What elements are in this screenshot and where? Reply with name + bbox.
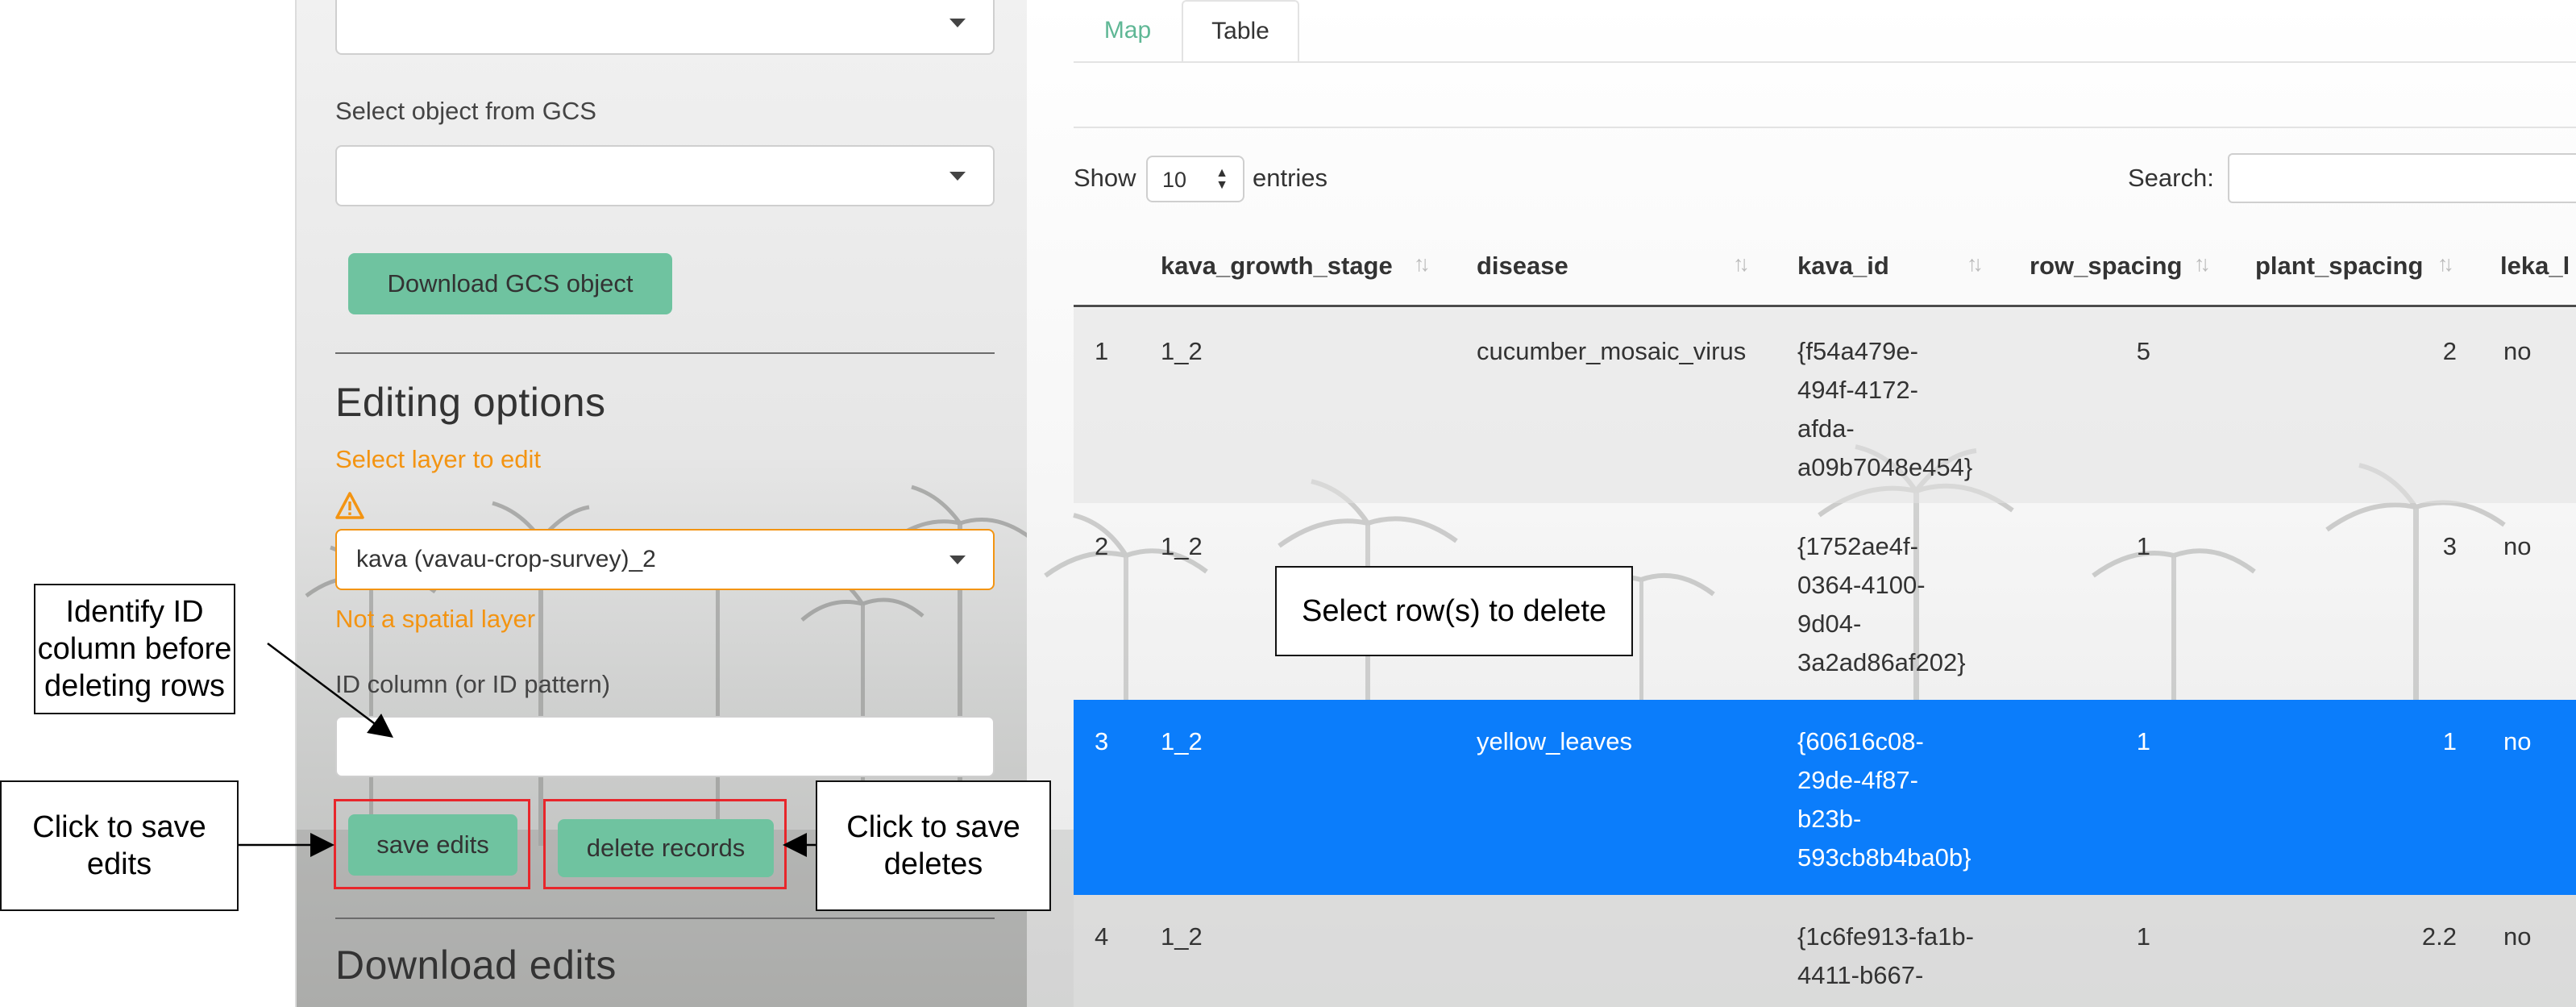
section-divider [335,352,995,354]
callout-line: deleting rows [44,669,225,703]
callout-line: column before [37,632,232,666]
kava-id-line: afda- [1797,414,1855,443]
row-index: 1 [1095,337,1109,365]
search-input[interactable] [2228,153,2576,203]
kava-id-line: 593cb8b4ba0b} [1797,843,1971,872]
sort-arrows-icon[interactable]: ↑↓ [2437,252,2454,277]
cell-plant-spacing: 2.2 [2421,922,2457,951]
row-index: 4 [1095,922,1109,951]
table-row-selected[interactable]: 3 1_2 yellow_leaves {60616c08- 29de-4f87… [1074,700,2576,895]
warning-icon [335,492,364,523]
delete-records-button[interactable]: delete records [558,819,774,877]
callout-line: Click to save [32,810,206,844]
kava-id-line: {1752ae4f- [1797,532,1918,560]
callout-line: Click to save [846,810,1020,844]
callout-line: Identify ID [65,595,204,629]
chevron-down-icon [949,19,966,27]
cell-disease: yellow_leaves [1477,727,1632,755]
cell-plant-spacing: 3 [2442,532,2457,560]
kava-id-line: 494f-4172- [1797,376,1918,404]
cell-growth-stage: 1_2 [1161,727,1203,755]
show-label: Show [1074,164,1136,192]
not-spatial-message: Not a spatial layer [335,605,536,633]
section-divider [335,918,995,919]
kava-id-line: 4411-b667- [1797,961,1924,989]
tab-divider [1074,61,2576,63]
kava-id-line: b23b- [1797,805,1862,833]
chevron-down-icon [949,172,966,181]
download-gcs-button[interactable]: Download GCS object [348,253,672,314]
updown-arrows-icon: ▲ ▼ [1215,166,1228,192]
gcs-object-label: Select object from GCS [335,97,596,125]
cell-kava-id: {f54a479e- 494f-4172- afda- a09b7048e454… [1797,332,1972,487]
kava-id-line: 9d04- [1797,610,1862,638]
id-column-input[interactable] [335,716,995,777]
page-length-value: 10 [1162,168,1187,192]
table-header-divider [1074,305,2576,307]
cell-growth-stage: 1_2 [1161,337,1203,365]
cell-leka: no [2503,922,2532,951]
sort-arrows-icon[interactable]: ↑↓ [2194,252,2211,277]
download-edits-heading: Download edits [335,943,617,988]
layer-select[interactable]: kava (vavau-crop-survey)_2 [335,529,995,590]
search-label: Search: [2128,164,2214,192]
cell-row-spacing: 1 [2136,727,2150,755]
cell-row-spacing: 1 [2136,922,2150,951]
kava-id-line: {f54a479e- [1797,337,1918,365]
callout-identify-id: Identify ID column before deleting rows [34,584,235,714]
editing-options-heading: Editing options [335,380,606,425]
kava-id-line: a09b7048e454} [1797,453,1973,481]
column-header-kava-id[interactable]: kava_id [1797,252,1889,281]
kava-id-line: 29de-4f87- [1797,766,1918,794]
cell-row-spacing: 1 [2136,532,2150,560]
layer-select-value: kava (vavau-crop-survey)_2 [356,546,656,572]
main-panel: Map Table Show 10 ▲ ▼ entries Search: kav… [1027,0,2576,1007]
kava-id-line: 0364-4100- [1797,571,1926,599]
cell-kava-id: {60616c08- 29de-4f87- b23b- 593cb8b4ba0b… [1797,722,1971,877]
callout-save-edits: Click to save edits [0,780,239,911]
tab-table[interactable]: Table [1182,0,1299,61]
sort-arrows-icon[interactable]: ↑↓ [1414,252,1431,277]
tab-map[interactable]: Map [1074,0,1182,61]
kava-id-line: {1c6fe913-fa1b- [1797,922,1974,951]
column-header-leka[interactable]: leka_l [2500,252,2570,281]
entries-label: entries [1253,164,1328,192]
column-header-plant-spacing[interactable]: plant_spacing [2255,252,2423,281]
cell-row-spacing: 5 [2136,337,2150,365]
row-index: 2 [1095,532,1109,560]
select-layer-label: Select layer to edit [335,445,542,473]
callout-select-rows: Select row(s) to delete [1275,566,1633,656]
page-length-select[interactable]: 10 ▲ ▼ [1146,156,1244,202]
row-index: 3 [1095,727,1109,755]
cell-disease: cucumber_mosaic_virus [1477,337,1747,365]
chevron-down-icon [949,556,966,564]
callout-line: edits [86,847,152,881]
cell-plant-spacing: 2 [2442,337,2457,365]
cell-plant-spacing: 1 [2442,727,2457,755]
save-edits-button[interactable]: save edits [348,814,517,876]
kava-id-line: 3a2ad86af202} [1797,648,1966,676]
column-header-row-spacing[interactable]: row_spacing [2030,252,2183,281]
column-header-disease[interactable]: disease [1477,252,1568,281]
sort-arrows-icon[interactable]: ↑↓ [1967,252,1984,277]
top-select-dropdown[interactable] [335,0,995,55]
callout-line: deletes [883,847,983,881]
kava-id-line: {60616c08- [1797,727,1924,755]
cell-growth-stage: 1_2 [1161,922,1203,951]
callout-save-deletes: Click to save deletes [816,780,1051,911]
gcs-object-select[interactable] [335,145,995,206]
id-column-label: ID column (or ID pattern) [335,670,611,698]
sort-arrows-icon[interactable]: ↑↓ [1733,252,1750,277]
toolbar-divider [1074,127,2576,128]
cell-leka: no [2503,727,2532,755]
cell-kava-id: {1752ae4f- 0364-4100- 9d04- 3a2ad86af202… [1797,527,1966,682]
table-row[interactable]: 4 1_2 {1c6fe913-fa1b- 4411-b667- 1 2.2 n… [1074,895,2576,1007]
column-header-kava-growth-stage[interactable]: kava_growth_stage [1161,252,1393,281]
cell-kava-id: {1c6fe913-fa1b- 4411-b667- [1797,918,1974,995]
cell-leka: no [2503,337,2532,365]
cell-growth-stage: 1_2 [1161,532,1203,560]
cell-leka: no [2503,532,2532,560]
table-row[interactable]: 1 1_2 cucumber_mosaic_virus {f54a479e- 4… [1074,308,2576,503]
